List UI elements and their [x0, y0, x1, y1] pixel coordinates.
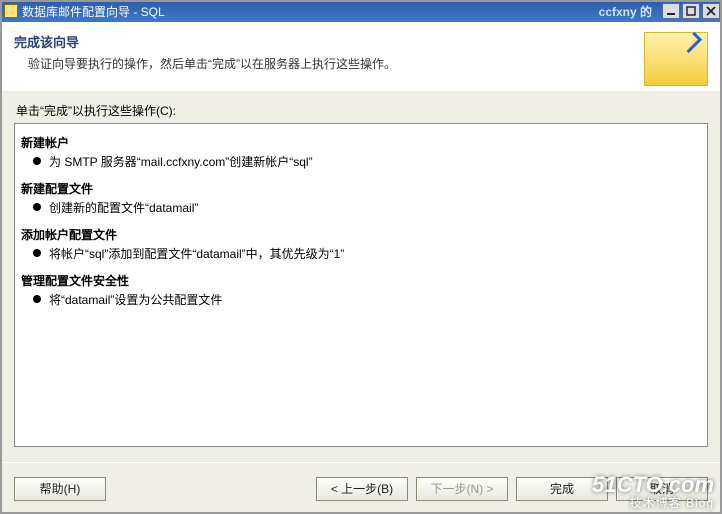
button-bar: 帮助(H) < 上一步(B) 下一步(N) > 完成 取消 [0, 462, 722, 514]
page-subtitle: 验证向导要执行的操作，然后单击“完成”以在服务器上执行这些操作。 [14, 55, 396, 72]
finish-button[interactable]: 完成 [516, 477, 608, 501]
page-title: 完成该向导 [14, 32, 396, 51]
list-item-text: 为 SMTP 服务器“mail.ccfxny.com”创建新帐户“sql” [49, 153, 313, 170]
list-item: 将“datamail”设置为公共配置文件 [33, 291, 701, 308]
wizard-header: 完成该向导 验证向导要执行的操作，然后单击“完成”以在服务器上执行这些操作。 [0, 22, 722, 92]
section-title: 管理配置文件安全性 [21, 272, 701, 289]
help-button[interactable]: 帮助(H) [14, 477, 106, 501]
bullet-icon [33, 295, 41, 303]
list-item: 为 SMTP 服务器“mail.ccfxny.com”创建新帐户“sql” [33, 153, 701, 170]
bullet-icon [33, 203, 41, 211]
close-icon[interactable] [702, 3, 720, 19]
section-title: 添加帐户配置文件 [21, 226, 701, 243]
bullet-icon [33, 249, 41, 257]
wizard-body: 单击“完成”以执行这些操作(C): 新建帐户 为 SMTP 服务器“mail.c… [0, 92, 722, 462]
list-item-text: 将帐户“sql”添加到配置文件“datamail”中，其优先级为“1” [49, 245, 344, 262]
section-title: 新建配置文件 [21, 180, 701, 197]
intro-label: 单击“完成”以执行这些操作(C): [16, 102, 708, 119]
list-item-text: 创建新的配置文件“datamail” [49, 199, 198, 216]
list-item: 将帐户“sql”添加到配置文件“datamail”中，其优先级为“1” [33, 245, 701, 262]
user-tag: ccfxny 的 [599, 3, 652, 20]
actions-list: 新建帐户 为 SMTP 服务器“mail.ccfxny.com”创建新帐户“sq… [14, 123, 708, 447]
titlebar: 数据库邮件配置向导 - SQL ccfxny 的 [0, 0, 722, 22]
section-title: 新建帐户 [21, 134, 701, 151]
next-button: 下一步(N) > [416, 477, 508, 501]
app-icon [4, 4, 18, 18]
wizard-graphic-icon [644, 32, 708, 86]
bullet-icon [33, 157, 41, 165]
list-item-text: 将“datamail”设置为公共配置文件 [49, 291, 222, 308]
back-button[interactable]: < 上一步(B) [316, 477, 408, 501]
cancel-button[interactable]: 取消 [616, 477, 708, 501]
minimize-icon[interactable] [662, 3, 680, 19]
maximize-icon[interactable] [682, 3, 700, 19]
window-title: 数据库邮件配置向导 - SQL [22, 3, 165, 20]
list-item: 创建新的配置文件“datamail” [33, 199, 701, 216]
